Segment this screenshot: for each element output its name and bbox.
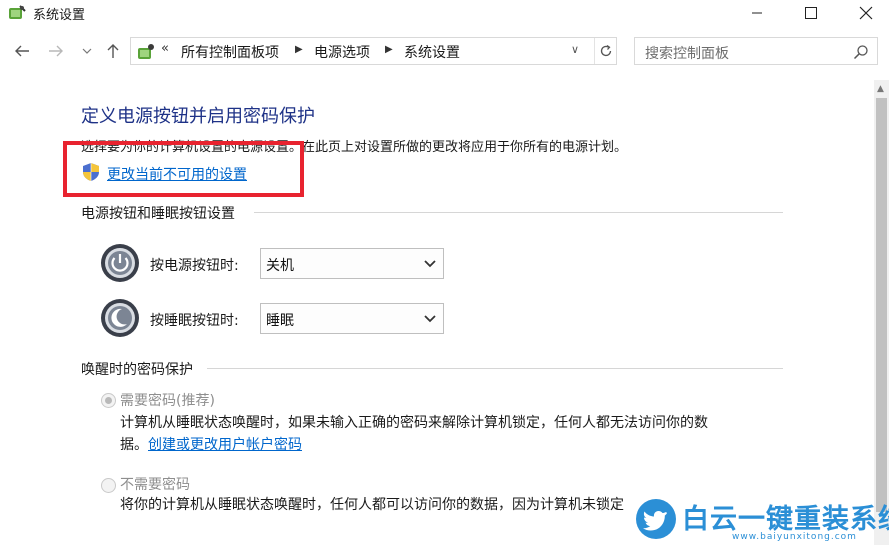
breadcrumb-system-settings[interactable]: 系统设置: [404, 42, 460, 62]
require-password-text-line2: 据。创建或更改用户帐户密码: [120, 434, 708, 456]
close-button[interactable]: [843, 0, 889, 26]
no-password-description: 将你的计算机从睡眠状态唤醒时，任何人都可以访问你的数据，因为计算机未锁定: [120, 497, 624, 513]
sleep-button-label: 按睡眠按钮时:: [150, 313, 239, 329]
power-button-action-select[interactable]: 关机: [260, 248, 444, 279]
close-icon: [859, 6, 873, 20]
recent-locations-button[interactable]: [76, 40, 98, 62]
navigation-bar: « 所有控制面板项 ▶ 电源选项 ▶ 系统设置 ∨ 搜索控制面板: [0, 36, 889, 68]
window-title: 系统设置: [33, 8, 86, 23]
require-password-description: 计算机从睡眠状态唤醒时，如果未输入正确的密码来解除计算机锁定，任何人都无法访问你…: [120, 412, 708, 456]
chevron-down-icon: [424, 315, 436, 323]
power-button-action-value: 关机: [266, 258, 294, 274]
sleep-button-action-value: 睡眠: [266, 313, 294, 329]
require-password-text-prefix: 据。: [120, 437, 148, 453]
minimize-button[interactable]: [734, 0, 780, 26]
power-button-label: 按电源按钮时:: [150, 258, 239, 274]
back-arrow-icon: [15, 45, 29, 57]
search-icon[interactable]: [853, 44, 869, 60]
title-bar: 系统设置: [0, 0, 889, 26]
sleep-button-icon: [101, 299, 139, 337]
breadcrumb-overflow[interactable]: «: [161, 41, 169, 56]
up-arrow-icon: [107, 44, 119, 58]
maximize-icon: [805, 7, 817, 19]
power-button-icon: [101, 244, 139, 282]
up-button[interactable]: [102, 40, 124, 62]
chevron-down-icon: [82, 48, 92, 54]
section-divider: [207, 368, 783, 369]
require-password-label: 需要密码(推荐): [120, 393, 215, 409]
power-options-icon: [9, 5, 26, 19]
page-title: 定义电源按钮并启用密码保护: [81, 106, 315, 127]
watermark-text: 白云一键重装系统: [682, 504, 889, 535]
breadcrumb-control-panel[interactable]: 所有控制面板项: [181, 42, 279, 62]
back-button[interactable]: [11, 40, 33, 62]
maximize-button[interactable]: [788, 0, 834, 26]
no-password-label: 不需要密码: [120, 477, 190, 493]
section-divider: [254, 212, 783, 213]
refresh-button[interactable]: [594, 38, 616, 64]
chevron-down-icon: [424, 260, 436, 268]
minimize-icon: [752, 12, 762, 14]
highlight-box: [63, 141, 304, 197]
require-password-radio[interactable]: [101, 393, 116, 408]
breadcrumb-power-options[interactable]: 电源选项: [314, 42, 370, 62]
twitter-bird-icon: [636, 499, 676, 539]
search-box[interactable]: 搜索控制面板: [634, 37, 878, 65]
require-password-text-line1: 计算机从睡眠状态唤醒时，如果未输入正确的密码来解除计算机锁定，任何人都无法访问你…: [120, 415, 708, 431]
refresh-icon: [600, 44, 611, 57]
create-change-password-link[interactable]: 创建或更改用户帐户密码: [148, 437, 302, 453]
control-panel-icon: [138, 44, 154, 59]
breadcrumb-separator-icon[interactable]: ▶: [295, 44, 303, 55]
forward-arrow-icon: [49, 45, 63, 57]
address-bar[interactable]: « 所有控制面板项 ▶ 电源选项 ▶ 系统设置 ∨: [130, 37, 617, 65]
section-title-password-protection: 唤醒时的密码保护: [81, 362, 193, 378]
search-placeholder: 搜索控制面板: [645, 46, 729, 62]
section-title-power-buttons: 电源按钮和睡眠按钮设置: [81, 206, 235, 222]
scroll-up-icon[interactable]: ▲: [877, 84, 884, 94]
breadcrumb-separator-icon[interactable]: ▶: [385, 44, 393, 55]
sleep-button-action-select[interactable]: 睡眠: [260, 303, 444, 334]
vertical-scrollbar[interactable]: ▲: [874, 80, 889, 545]
watermark-url: www.baiyunxitong.com: [732, 532, 857, 542]
no-password-radio[interactable]: [101, 478, 116, 493]
forward-button[interactable]: [45, 40, 67, 62]
scroll-thumb[interactable]: [876, 98, 887, 512]
address-dropdown-icon[interactable]: ∨: [571, 43, 579, 56]
watermark-logo: 白云一键重装系统 www.baiyunxitong.com: [636, 497, 889, 545]
